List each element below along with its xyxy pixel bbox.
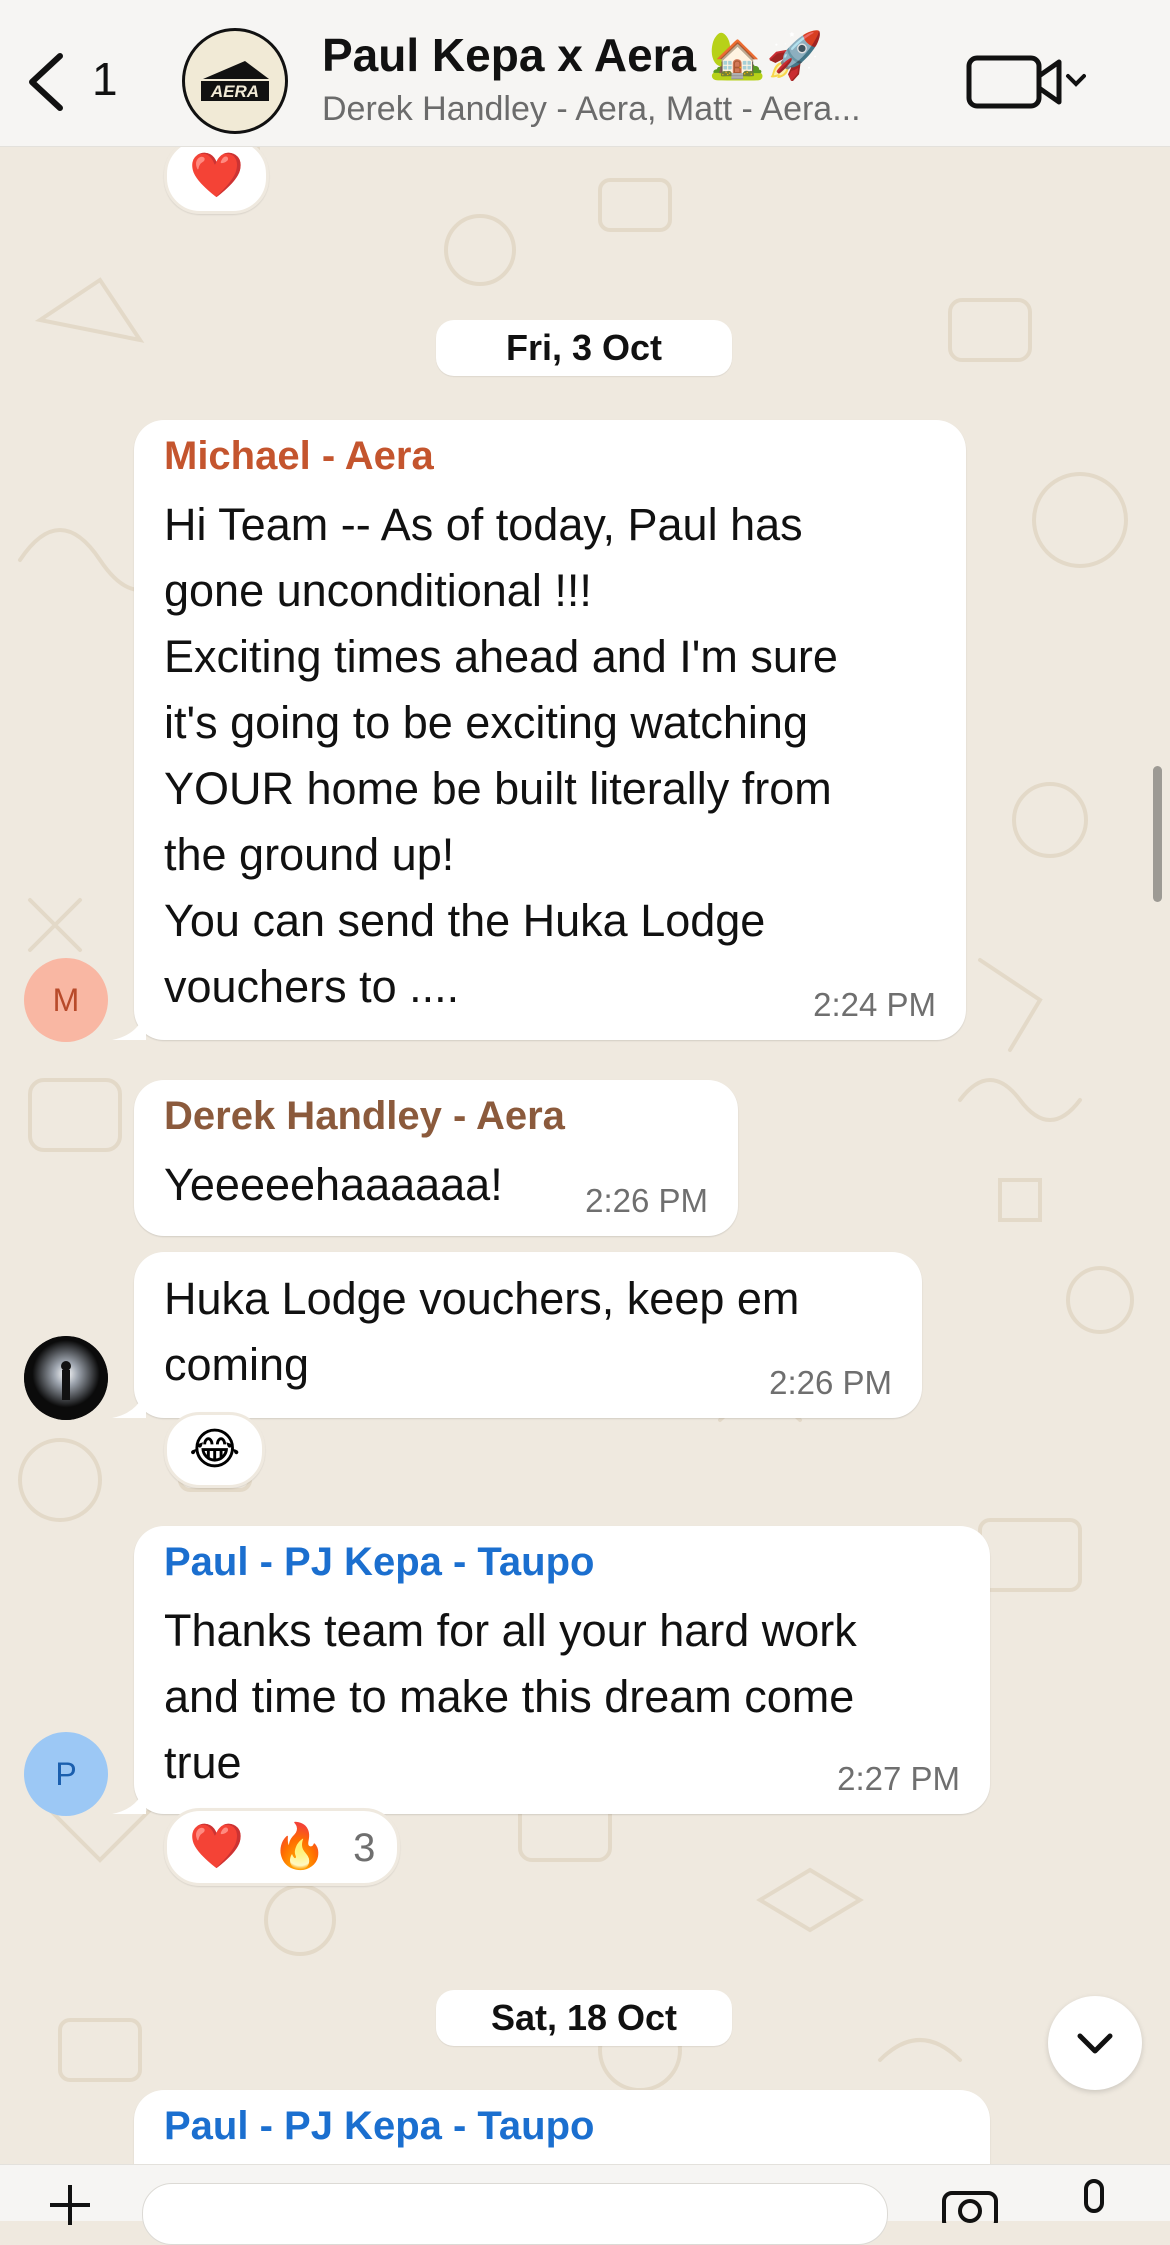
reaction-emoji: 🔥: [272, 1822, 327, 1871]
message-time: 2:26 PM: [769, 1364, 892, 1401]
scroll-to-bottom-button[interactable]: [1048, 1996, 1142, 2090]
microphone-icon[interactable]: [1074, 2179, 1114, 2219]
message-bubble[interactable]: Michael - Aera Hi Team -- As of today, P…: [112, 420, 966, 1040]
bubble-tail: [112, 1780, 146, 1814]
unread-count[interactable]: 1: [92, 52, 118, 106]
chat-header: 1 AERA Paul Kepa x Aera 🏡🚀 Derek Handley…: [0, 0, 1170, 147]
date-separator: Fri, 3 Oct: [436, 320, 732, 376]
group-avatar[interactable]: AERA: [182, 28, 288, 134]
profile-photo-icon: [24, 1336, 108, 1420]
bubble-tail: [112, 1006, 146, 1040]
chevron-down-icon: [1077, 2033, 1113, 2054]
reaction-badge[interactable]: 😂: [164, 1412, 266, 1488]
sender-name[interactable]: Michael - Aera: [164, 434, 434, 479]
message-text: Hi Team -- As of today, Paul has gone un…: [164, 499, 838, 1012]
message-bubble[interactable]: Paul - PJ Kepa - Taupo Thanks team for a…: [112, 1526, 990, 1814]
chat-title[interactable]: Paul Kepa x Aera 🏡🚀: [322, 28, 823, 83]
message-bubble[interactable]: Huka Lodge vouchers, keep em coming 2:26…: [112, 1252, 922, 1418]
avatar[interactable]: [24, 1336, 108, 1420]
avatar[interactable]: M: [24, 958, 108, 1042]
back-chevron-icon[interactable]: [22, 50, 70, 114]
input-bar: [0, 2164, 1170, 2245]
bubble-tail: [112, 1384, 146, 1418]
reaction-badge[interactable]: ❤️ 🔥 3: [164, 1808, 401, 1886]
sender-name[interactable]: Paul - PJ Kepa - Taupo: [164, 2104, 594, 2149]
reaction-emoji: ❤️: [189, 151, 244, 200]
avatar[interactable]: P: [24, 1732, 108, 1816]
message-text: Yeeeeehaaaaaa!: [164, 1159, 503, 1210]
reaction-count: 3: [353, 1826, 376, 1870]
message-time: 2:26 PM: [585, 1182, 708, 1219]
reaction-emoji: ❤️: [189, 1822, 244, 1871]
aera-logo-icon: AERA: [201, 61, 269, 101]
group-logo-text: AERA: [210, 82, 259, 101]
video-call-icon[interactable]: [966, 52, 1086, 112]
date-label: Sat, 18 Oct: [490, 1997, 678, 2038]
message-time: 2:27 PM: [837, 1760, 960, 1797]
camera-icon[interactable]: [940, 2183, 1000, 2223]
scrollbar[interactable]: [1153, 766, 1162, 902]
message-text: Thanks team for all your hard work and t…: [164, 1605, 857, 1788]
reaction-emoji: 😂: [189, 1425, 241, 1474]
chat-subtitle[interactable]: Derek Handley - Aera, Matt - Aera...: [322, 90, 861, 129]
avatar-initial: P: [55, 1756, 77, 1792]
date-label: Fri, 3 Oct: [505, 327, 663, 368]
message-bubble[interactable]: Derek Handley - Aera Yeeeeehaaaaaa! 2:26…: [134, 1080, 738, 1236]
date-separator: Sat, 18 Oct: [436, 1990, 732, 2046]
avatar-initial: M: [52, 982, 80, 1018]
reaction-badge[interactable]: ❤️: [164, 138, 269, 214]
plus-icon[interactable]: [50, 2185, 90, 2225]
sender-name[interactable]: Paul - PJ Kepa - Taupo: [164, 1540, 594, 1585]
message-input[interactable]: [142, 2183, 888, 2245]
message-text: Huka Lodge vouchers, keep em coming: [164, 1273, 800, 1390]
sender-name[interactable]: Derek Handley - Aera: [164, 1094, 565, 1139]
message-time: 2:24 PM: [813, 986, 936, 1023]
